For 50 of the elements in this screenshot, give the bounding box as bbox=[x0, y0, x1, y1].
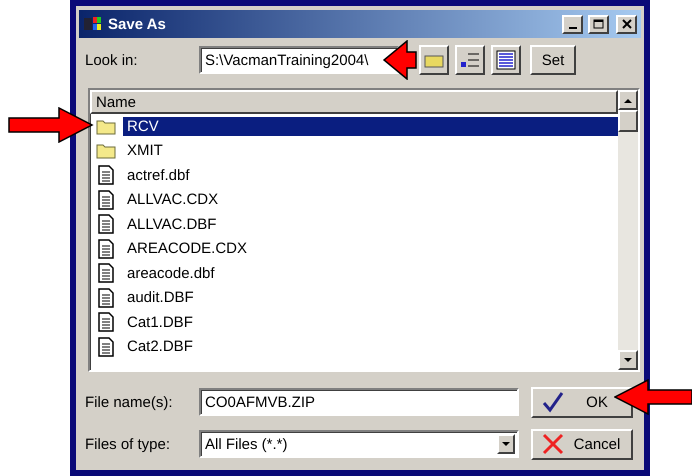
document-icon bbox=[98, 336, 114, 357]
document-icon bbox=[98, 312, 114, 332]
annotation-arrow bbox=[383, 40, 417, 80]
file-name[interactable]: ALLVAC.CDX bbox=[123, 190, 618, 210]
set-button[interactable]: Set bbox=[530, 45, 576, 75]
file-name[interactable]: Cat1.DBF bbox=[123, 312, 618, 332]
file-name[interactable]: ALLVAC.DBF bbox=[123, 214, 618, 234]
details-view-button[interactable] bbox=[491, 45, 521, 75]
scroll-up-icon bbox=[624, 98, 632, 102]
scroll-thumb[interactable] bbox=[618, 110, 638, 132]
document-icon bbox=[98, 238, 114, 259]
document-icon bbox=[98, 263, 114, 284]
file-name[interactable]: actref.dbf bbox=[123, 166, 618, 185]
file-name[interactable]: AREACODE.CDX bbox=[123, 239, 618, 258]
file-name[interactable]: XMIT bbox=[123, 141, 618, 160]
close-icon bbox=[622, 19, 632, 29]
file-name[interactable]: Cat2.DBF bbox=[123, 337, 618, 356]
file-name-field[interactable]: CO0AFMVB.ZIP bbox=[199, 388, 519, 416]
document-icon bbox=[98, 288, 114, 308]
folder-icon bbox=[96, 142, 116, 160]
look-in-label: Look in: bbox=[85, 52, 139, 68]
column-header[interactable]: Name bbox=[90, 90, 618, 114]
list-icon bbox=[460, 51, 480, 69]
maximize-icon bbox=[593, 19, 604, 29]
details-icon bbox=[496, 50, 516, 70]
file-type-dropdown[interactable]: All Files (*.*) bbox=[199, 430, 519, 458]
cancel-button[interactable]: Cancel bbox=[531, 428, 633, 460]
minimize-button[interactable] bbox=[562, 14, 583, 34]
scroll-down-icon bbox=[624, 358, 632, 362]
window-title: Save As bbox=[108, 16, 167, 32]
scrollbar[interactable] bbox=[618, 90, 638, 370]
cross-icon bbox=[542, 433, 564, 455]
maximize-button[interactable] bbox=[588, 14, 609, 34]
checkmark-icon bbox=[542, 391, 564, 413]
document-icon bbox=[98, 165, 114, 186]
file-name[interactable]: audit.DBF bbox=[123, 288, 618, 308]
app-icon bbox=[83, 15, 103, 33]
file-name[interactable]: areacode.dbf bbox=[123, 264, 618, 283]
folder-icon bbox=[96, 118, 116, 135]
file-name-label: File name(s): bbox=[85, 394, 174, 410]
file-name[interactable]: RCV bbox=[123, 116, 618, 136]
list-view-button[interactable] bbox=[455, 45, 485, 75]
close-button[interactable] bbox=[616, 14, 637, 34]
document-icon bbox=[98, 190, 114, 210]
ok-button[interactable]: OK bbox=[531, 386, 633, 418]
file-type-label: Files of type: bbox=[85, 436, 172, 452]
document-icon bbox=[98, 214, 114, 234]
look-in-field[interactable]: S:\VacmanTraining2004\ bbox=[199, 46, 399, 74]
up-folder-button[interactable] bbox=[419, 45, 449, 75]
minimize-icon bbox=[568, 26, 576, 28]
